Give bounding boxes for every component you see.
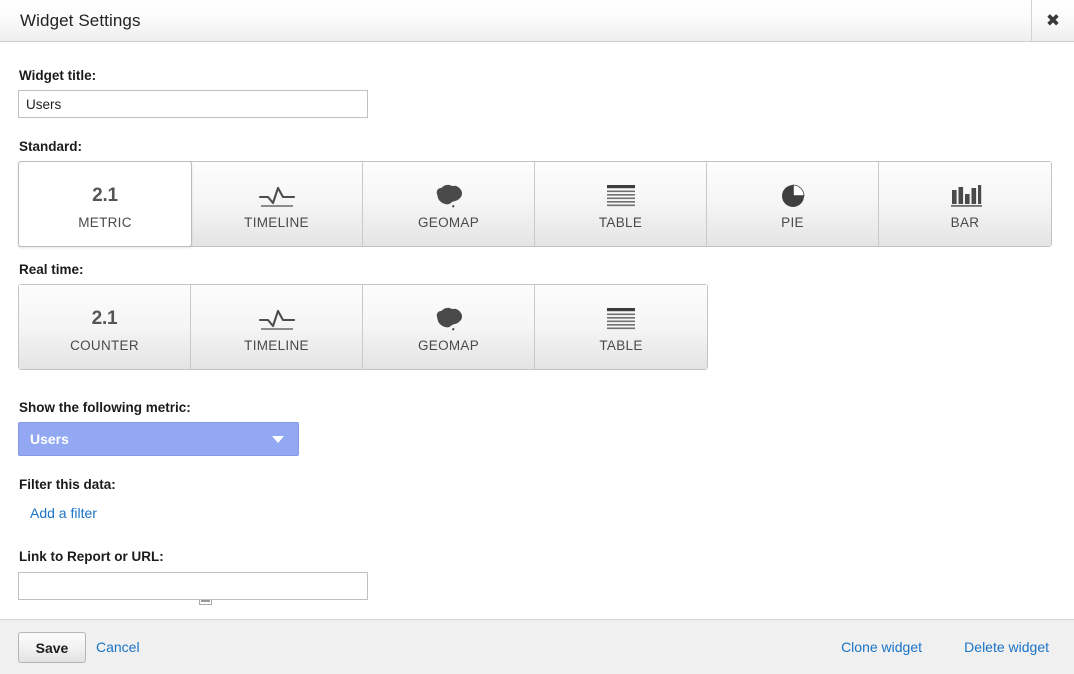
standard-label: Standard: [19, 139, 83, 154]
realtime-tile-table[interactable]: TABLE [535, 285, 707, 369]
metric-select[interactable]: Users [18, 422, 299, 456]
widget-title-input[interactable] [18, 90, 368, 118]
standard-tile-timeline-label: TIMELINE [244, 214, 309, 230]
standard-tile-pie[interactable]: PIE [707, 162, 879, 246]
realtime-tile-timeline[interactable]: TIMELINE [191, 285, 363, 369]
pie-chart-icon [778, 179, 808, 213]
standard-tile-bar-label: BAR [950, 214, 980, 230]
realtime-tile-timeline-label: TIMELINE [244, 337, 309, 353]
realtime-tile-counter[interactable]: 2.1 COUNTER [19, 285, 191, 369]
dialog-footer: Save Cancel Clone widget Delete widget [0, 619, 1074, 674]
geomap-australia-icon [430, 302, 468, 336]
cancel-link[interactable]: Cancel [96, 639, 140, 655]
filter-label: Filter this data: [19, 477, 116, 492]
standard-tile-geomap-label: GEOMAP [417, 214, 480, 230]
table-rows-icon [603, 302, 639, 336]
close-icon: ✖ [1045, 10, 1061, 31]
metric-select-value: Users [30, 431, 69, 447]
bar-chart-icon [947, 179, 983, 213]
link-report-label: Link to Report or URL: [19, 549, 164, 564]
standard-tile-metric-label: METRIC [78, 214, 132, 230]
standard-tile-timeline[interactable]: TIMELINE [191, 162, 363, 246]
metric-number-icon: 2.1 [92, 184, 118, 206]
metric-label: Show the following metric: [19, 400, 191, 415]
realtime-tile-geomap-label: GEOMAP [417, 337, 480, 353]
dialog-titlebar: Widget Settings ✖ [0, 0, 1074, 42]
realtime-tile-geomap[interactable]: GEOMAP [363, 285, 535, 369]
dialog-title: Widget Settings [20, 11, 141, 30]
clone-widget-link[interactable]: Clone widget [841, 639, 922, 655]
realtime-type-group: 2.1 COUNTER TIMELINE GEOMAP TABLE [18, 284, 708, 370]
counter-number-icon: 2.1 [91, 307, 118, 329]
delete-widget-link[interactable]: Delete widget [964, 639, 1049, 655]
standard-tile-table-label: TABLE [598, 214, 643, 230]
standard-tile-geomap[interactable]: GEOMAP [363, 162, 535, 246]
dialog-body: Widget title: Standard: 2.1 METRIC TIMEL… [0, 42, 1074, 619]
close-button[interactable]: ✖ [1032, 0, 1074, 42]
realtime-label: Real time: [19, 262, 84, 277]
realtime-tile-table-label: TABLE [599, 337, 643, 353]
standard-type-group: 2.1 METRIC TIMELINE GEOMAP TABLE PIE BAR [18, 161, 1052, 247]
standard-tile-metric[interactable]: 2.1 METRIC [18, 161, 192, 247]
table-rows-icon [603, 179, 639, 213]
realtime-tile-counter-label: COUNTER [70, 337, 139, 353]
timeline-line-icon [257, 302, 297, 336]
standard-tile-pie-label: PIE [781, 214, 804, 230]
standard-tile-table[interactable]: TABLE [535, 162, 707, 246]
save-button[interactable]: Save [18, 632, 86, 663]
standard-tile-bar[interactable]: BAR [879, 162, 1051, 246]
add-filter-link[interactable]: Add a filter [30, 505, 97, 521]
link-report-input[interactable] [18, 572, 368, 600]
geomap-australia-icon [430, 179, 468, 213]
timeline-line-icon [257, 179, 297, 213]
chevron-down-icon [272, 435, 284, 443]
widget-title-label: Widget title: [19, 68, 97, 83]
